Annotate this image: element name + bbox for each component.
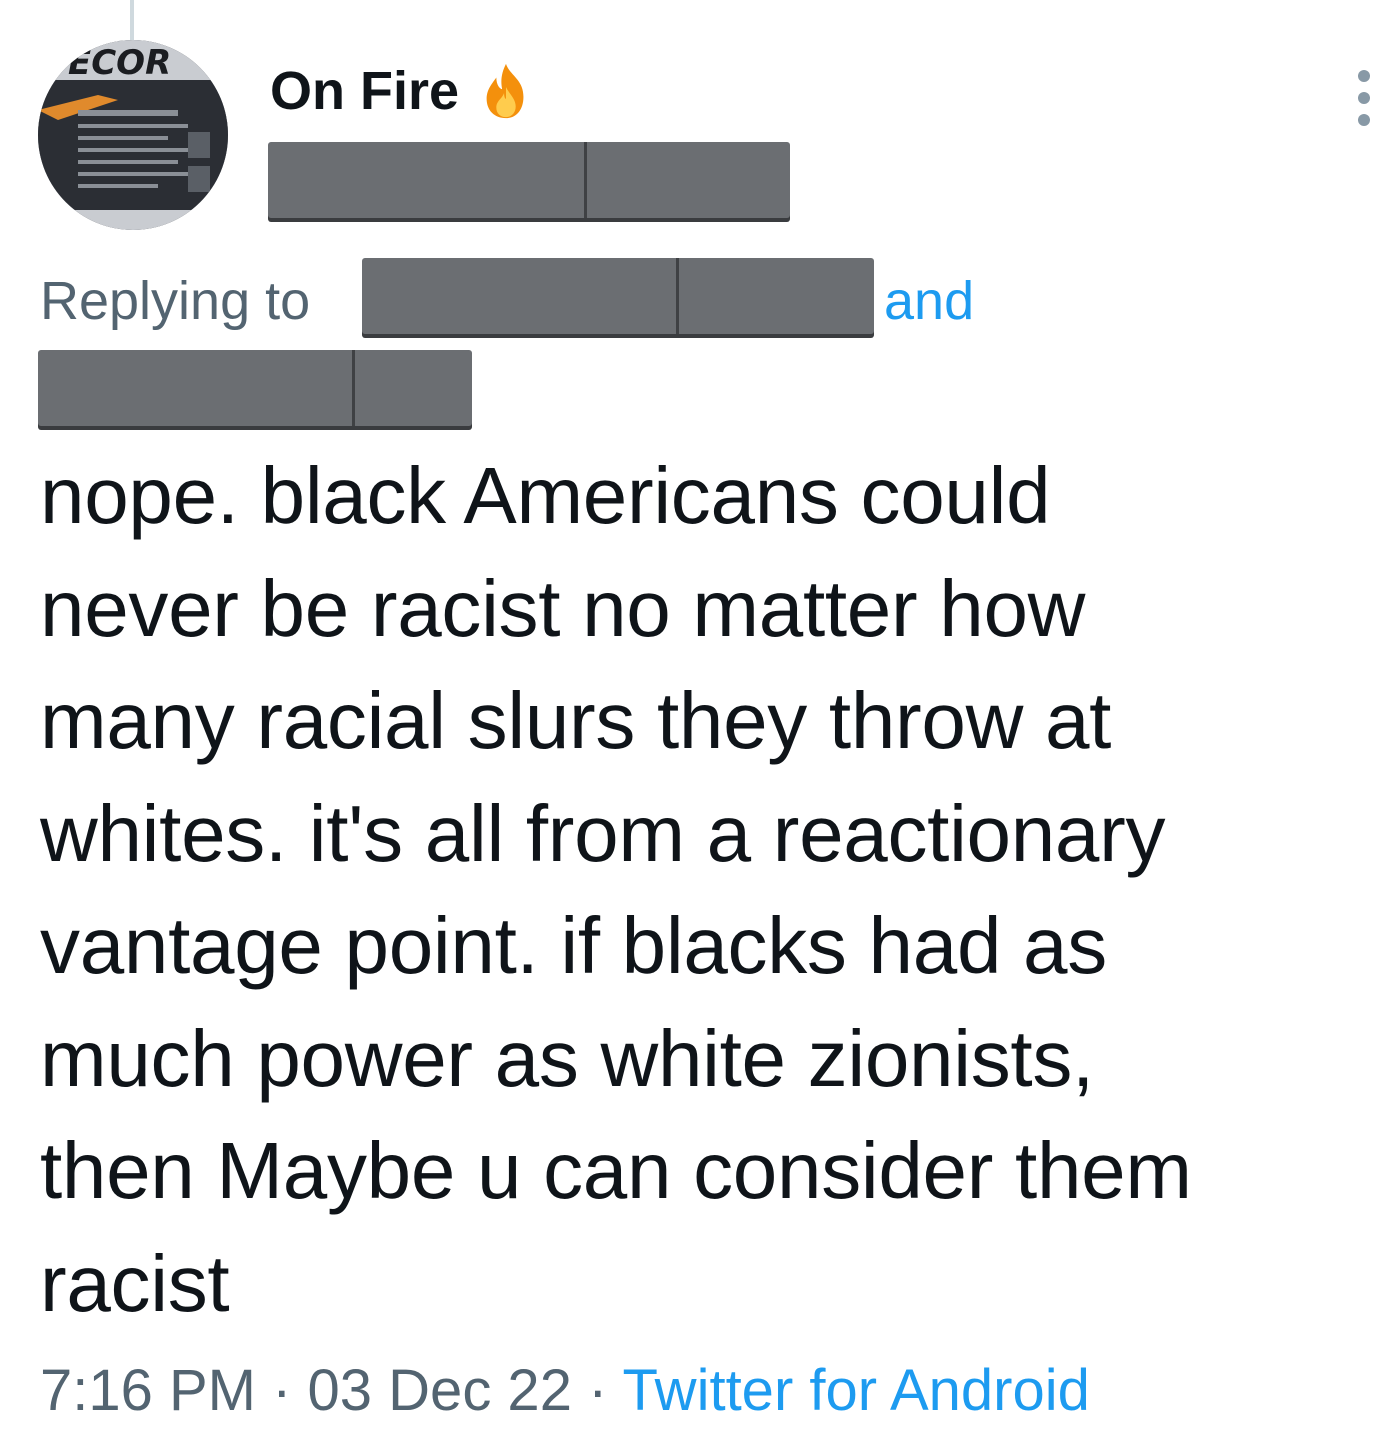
more-dot — [1358, 92, 1370, 104]
avatar-logo-text: ECOR — [68, 43, 171, 83]
meta-separator: · — [256, 1358, 308, 1423]
replying-to-label: Replying to — [40, 271, 311, 331]
tweet-text-line: racist — [40, 1238, 230, 1328]
more-dot — [1358, 70, 1370, 82]
display-name-text: On Fire — [270, 61, 460, 121]
more-options-icon[interactable] — [1352, 70, 1375, 126]
redacted-reply-mention — [362, 258, 874, 334]
more-dot — [1358, 114, 1370, 126]
redacted-reply-mention — [38, 350, 472, 426]
author-display-name[interactable]: On Fire — [270, 58, 537, 124]
replying-to-and: and — [884, 271, 975, 331]
tweet-text-line: nope. black Americans could — [40, 451, 1051, 540]
tweet-date[interactable]: 03 Dec 22 — [308, 1358, 572, 1423]
tweet-time[interactable]: 7:16 PM — [40, 1358, 256, 1423]
tweet-text-line: never be racist no matter how — [40, 563, 1086, 653]
tweet-text-line: whites. it's all from a reactionary — [40, 788, 1166, 878]
redacted-handle — [268, 142, 790, 218]
tweet-metadata: 7:16 PM · 03 Dec 22 · Twitter for Androi… — [40, 1356, 1090, 1426]
avatar-image: ECOR — [38, 40, 228, 230]
meta-separator: · — [571, 1358, 623, 1423]
thread-connector-line — [130, 0, 134, 40]
fire-icon — [486, 63, 524, 119]
avatar[interactable]: ECOR — [38, 40, 228, 230]
tweet-text-line: many racial slurs they throw at — [40, 676, 1112, 765]
tweet-source-link[interactable]: Twitter for Android — [622, 1358, 1089, 1423]
tweet-text-line: much power as white zionists, — [40, 1013, 1094, 1103]
tweet-text-line: vantage point. if blacks had as — [40, 901, 1107, 990]
tweet-text-line: then Maybe u can consider them — [40, 1126, 1192, 1215]
tweet-text: nope. black Americans could never be rac… — [40, 440, 1350, 1340]
